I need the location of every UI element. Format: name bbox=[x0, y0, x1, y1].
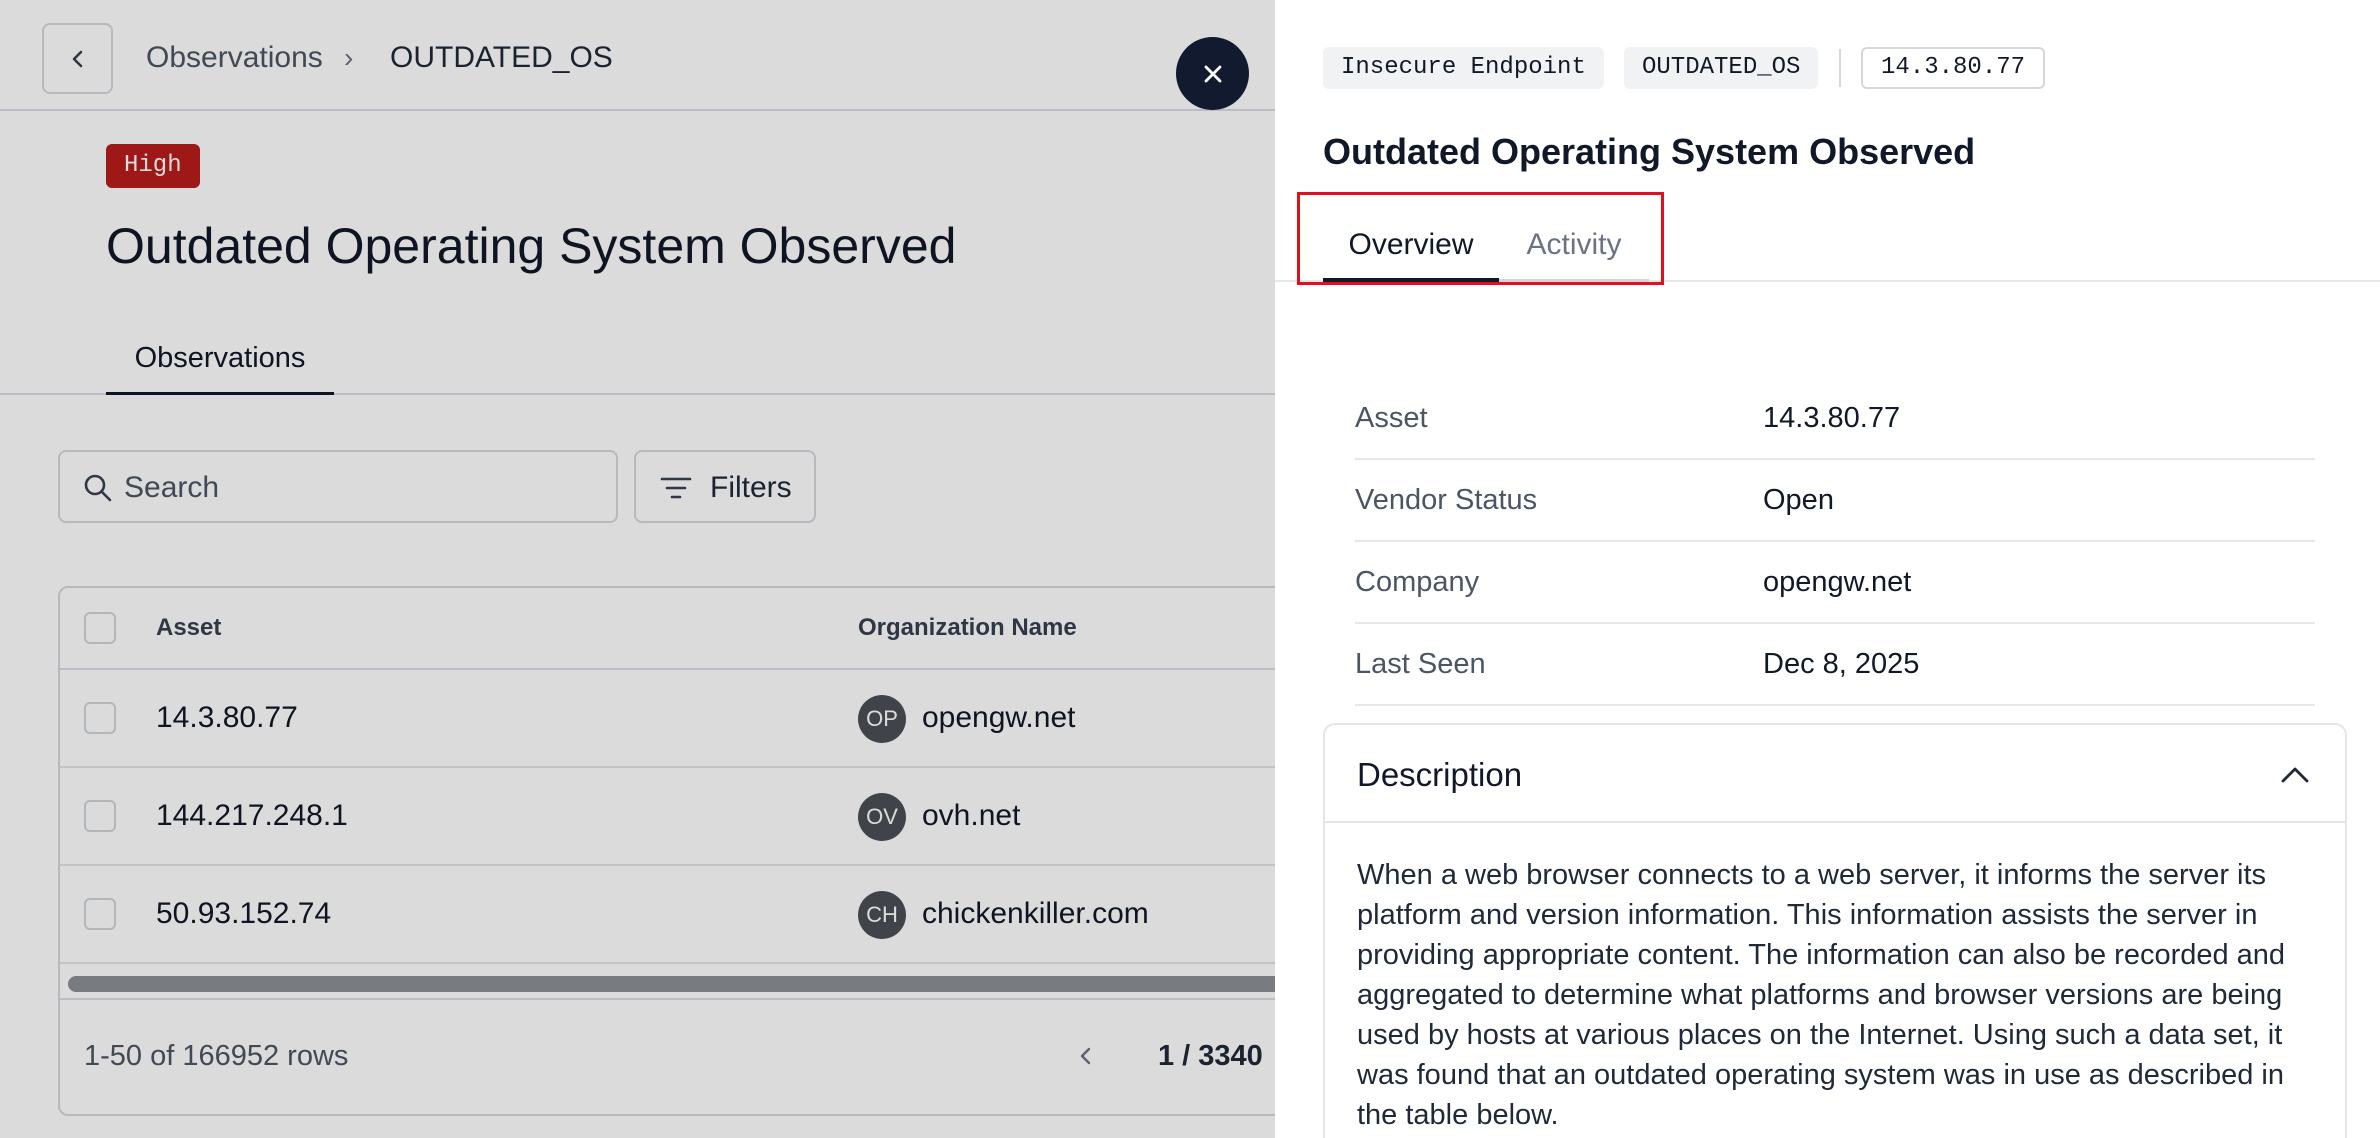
top-bar: Observations › OUTDATED_OS bbox=[0, 0, 1275, 111]
org-avatar: OP bbox=[858, 695, 906, 743]
search-icon bbox=[84, 474, 112, 502]
tab-overview[interactable]: Overview bbox=[1323, 210, 1499, 282]
tag-asset: 14.3.80.77 bbox=[1861, 47, 2046, 89]
chevron-left-icon bbox=[1080, 1047, 1091, 1065]
select-all-checkbox[interactable] bbox=[84, 612, 116, 644]
column-header-asset[interactable]: Asset bbox=[156, 612, 221, 644]
tag-type: OUTDATED_OS bbox=[1624, 47, 1819, 89]
table-footer-divider bbox=[60, 998, 1275, 1000]
org-avatar: OV bbox=[858, 793, 906, 841]
table-header: Asset Organization Name bbox=[60, 588, 1275, 670]
detail-label: Company bbox=[1355, 566, 1480, 598]
column-header-organization[interactable]: Organization Name bbox=[858, 612, 1077, 644]
breadcrumb-parent[interactable]: Observations bbox=[146, 40, 323, 76]
page-indicator: 1 / 3340 bbox=[1158, 1040, 1263, 1072]
breadcrumb-current: OUTDATED_OS bbox=[390, 41, 613, 74]
search-field[interactable] bbox=[58, 450, 618, 523]
table-row[interactable]: 14.3.80.77 OP opengw.net bbox=[60, 670, 1275, 768]
description-title: Description bbox=[1357, 756, 1523, 793]
cell-asset: 144.217.248.1 bbox=[156, 799, 348, 832]
back-button[interactable] bbox=[42, 23, 113, 94]
row-checkbox[interactable] bbox=[84, 800, 116, 832]
row-checkbox[interactable] bbox=[84, 898, 116, 930]
row-checkbox[interactable] bbox=[84, 702, 116, 734]
detail-value: opengw.net bbox=[1763, 566, 1912, 598]
horizontal-scrollbar[interactable] bbox=[68, 976, 1275, 992]
cell-asset: 50.93.152.74 bbox=[156, 897, 332, 930]
tab-activity[interactable]: Activity bbox=[1499, 210, 1649, 282]
description-text: When a web browser connects to a web ser… bbox=[1357, 859, 2286, 1131]
search-input[interactable] bbox=[124, 466, 604, 510]
breadcrumb-separator: › bbox=[344, 42, 354, 73]
severity-badge: High bbox=[106, 144, 200, 188]
detail-value: Open bbox=[1763, 484, 1834, 516]
close-icon bbox=[1204, 65, 1221, 82]
description-header[interactable]: Description bbox=[1325, 725, 2345, 823]
detail-row-vendor-status: Vendor Status Open bbox=[1355, 460, 2315, 542]
cell-organization: ovh.net bbox=[922, 799, 1021, 832]
detail-row-company: Company opengw.net bbox=[1355, 542, 2315, 624]
chevron-up-icon[interactable] bbox=[2279, 759, 2311, 791]
drawer-title: Outdated Operating System Observed bbox=[1323, 131, 1976, 172]
drawer-tabs: Overview Activity bbox=[1275, 210, 2380, 282]
detail-row-asset: Asset 14.3.80.77 bbox=[1355, 378, 2315, 460]
detail-label: Last Seen bbox=[1355, 648, 1486, 680]
tab-observations[interactable]: Observations bbox=[106, 330, 334, 395]
filter-lines-icon bbox=[660, 477, 692, 499]
filters-button[interactable]: Filters bbox=[634, 450, 816, 523]
detail-label: Vendor Status bbox=[1355, 484, 1538, 516]
observations-page: Observations › OUTDATED_OS High Outdated… bbox=[0, 0, 1275, 1138]
page-tabs: Observations bbox=[0, 330, 1275, 395]
org-avatar: CH bbox=[858, 891, 906, 939]
detail-row-last-seen: Last Seen Dec 8, 2025 bbox=[1355, 624, 2315, 706]
cell-organization: opengw.net bbox=[922, 701, 1076, 734]
description-panel: Description When a web browser connects … bbox=[1323, 723, 2347, 1138]
close-drawer-button[interactable] bbox=[1176, 37, 1249, 110]
row-count: 1-50 of 166952 rows bbox=[84, 1040, 349, 1072]
previous-page-button[interactable] bbox=[1066, 1036, 1106, 1076]
filters-label: Filters bbox=[710, 471, 792, 504]
chevron-left-icon bbox=[72, 50, 82, 67]
detail-label: Asset bbox=[1355, 402, 1428, 434]
observations-table: Asset Organization Name 14.3.80.77 OP op… bbox=[58, 586, 1275, 1116]
detail-value: 14.3.80.77 bbox=[1763, 402, 1901, 434]
detail-value: Dec 8, 2025 bbox=[1763, 648, 1920, 680]
table-row[interactable]: 50.93.152.74 CH chickenkiller.com bbox=[60, 866, 1275, 964]
tag-category: Insecure Endpoint bbox=[1323, 47, 1604, 89]
page-title: Outdated Operating System Observed bbox=[106, 218, 957, 274]
tag-divider bbox=[1839, 49, 1841, 87]
table-row[interactable]: 144.217.248.1 OV ovh.net bbox=[60, 768, 1275, 866]
cell-organization: chickenkiller.com bbox=[922, 897, 1149, 930]
observation-detail-drawer: Insecure Endpoint OUTDATED_OS 14.3.80.77… bbox=[1275, 0, 2380, 1138]
cell-asset: 14.3.80.77 bbox=[156, 701, 298, 734]
